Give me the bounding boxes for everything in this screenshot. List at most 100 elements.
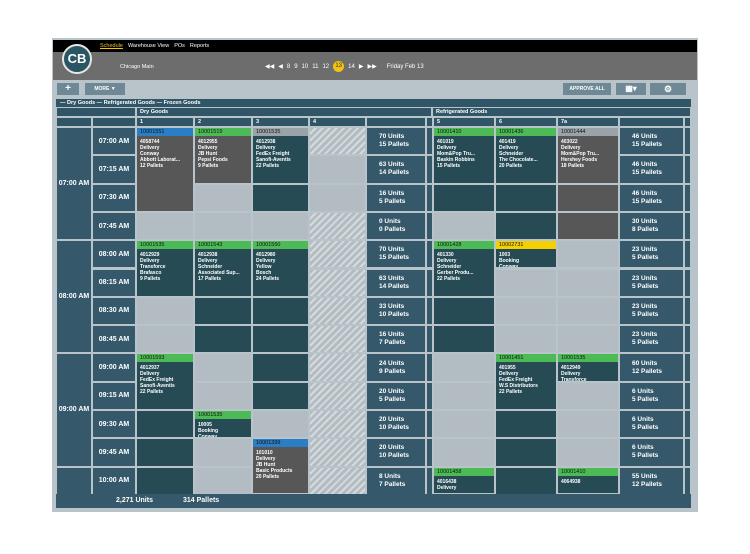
door-slot-3[interactable] [252,183,309,212]
door-slot-2[interactable] [194,381,252,410]
last-icon[interactable]: ▶▶ [367,63,376,70]
door-slot-1[interactable] [136,211,194,241]
door-slot-1[interactable] [136,438,194,467]
door-slot-5[interactable] [433,381,495,410]
appointment-card[interactable]: 10001436 401419 Delivery Schneider The Choco… [495,127,557,184]
door-slot-1[interactable] [136,410,194,439]
door-slot-7a[interactable] [557,410,619,439]
door-slot-5[interactable] [433,325,495,354]
door-slot-2[interactable] [194,466,252,495]
door-slot-4[interactable] [309,410,366,439]
door-slot-7a[interactable] [557,438,619,467]
door-slot-7a[interactable] [557,268,619,297]
door-slot-1[interactable] [136,466,194,495]
appointment-card[interactable]: 10001535 4012929 Delivery Transforce Brafasc… [136,240,194,297]
door-slot-2[interactable] [194,353,252,382]
day-9[interactable]: 9 [294,64,297,70]
door-slot-4[interactable] [309,296,366,326]
appointment-card[interactable]: 10001410 4064938 [557,466,619,494]
door-slot-7a[interactable] [557,240,619,269]
door-slot-2[interactable] [194,296,252,326]
legend: — Dry Goods — Refrigerated Goods — Froze… [56,99,691,107]
door-slot-6[interactable] [495,268,557,297]
nav-reports[interactable]: Reports [190,43,209,49]
appointment-card[interactable]: 10001551 4058744 Delivery Conway Abbott Labo… [136,127,194,212]
appointment-card[interactable]: 10001458 4016438 Delivery [433,466,495,494]
door-slot-4[interactable] [309,325,366,354]
appointment-card[interactable]: 10001535 4012949 Delivery Transforce [557,353,619,382]
door-slot-6[interactable] [495,438,557,467]
first-icon[interactable]: ◀◀ [265,63,274,70]
door-slot-6[interactable] [495,325,557,354]
appointment-card[interactable]: 10001428 401330 Delivery Schneider Gerber Pr… [433,240,495,297]
door-slot-4[interactable] [309,268,366,297]
appointment-card[interactable]: 10001410 401019 Delivery Mom&Pop Tru... Bask… [433,127,495,184]
door-slot-7a[interactable] [557,325,619,354]
day-13-selected[interactable]: 13 [333,61,345,72]
door-slot-3[interactable] [252,296,309,326]
appointment-card[interactable]: 10001519 4012955 Delivery JB Hunt Pepsi Food… [194,127,252,184]
door-slot-6[interactable] [495,410,557,439]
day-11[interactable]: 11 [312,64,318,70]
appointment-card[interactable]: 10001543 4012938 Delivery Schneider Associat… [194,240,252,297]
appointment-card[interactable]: 10001451 401955 Delivery FedEx Freight W.S D… [495,353,557,410]
view-toggle-button[interactable]: ▦▾ [616,83,646,95]
door-slot-2[interactable] [194,325,252,354]
appointment-card[interactable]: 10001444 403022 Delivery Mom&Pop Tru... Hers… [557,127,619,184]
appointment-card[interactable]: 10001399 101010 Delivery JB Hunt Basic Produ… [252,438,309,494]
door-slot-7a[interactable] [557,296,619,326]
appointment-card[interactable]: 10001535 10005 Booking Conway [194,410,252,439]
door-slot-4[interactable] [309,438,366,467]
door-slot-5[interactable] [433,183,495,212]
door-slot-4[interactable] [309,353,366,382]
door-slot-3[interactable] [252,211,309,241]
door-slot-4[interactable] [309,127,366,156]
door-slot-1[interactable] [136,325,194,354]
door-slot-5[interactable] [433,410,495,439]
door-slot-6[interactable] [495,211,557,241]
door-slot-5[interactable] [433,296,495,326]
next-icon[interactable]: ▶ [359,63,364,70]
door-slot-7a[interactable] [557,381,619,410]
nav-pos[interactable]: POs [174,43,185,49]
door-slot-3[interactable] [252,325,309,354]
door-slot-5[interactable] [433,438,495,467]
door-slot-6[interactable] [495,183,557,212]
approve-all-button[interactable]: APPROVE ALL [563,83,611,95]
door-slot-4[interactable] [309,381,366,410]
door-slot-4[interactable] [309,155,366,184]
door-slot-2[interactable] [194,211,252,241]
logo[interactable]: CB [62,44,92,74]
day-14[interactable]: 14 [348,64,355,70]
door-slot-4[interactable] [309,183,366,212]
time-slot: 07:00 AM [92,127,136,156]
door-slot-4[interactable] [309,211,366,241]
appointment-card[interactable]: 10001550 4012980 Delivery Yellow Bosch 24 Pal… [252,240,309,297]
door-slot-7a[interactable] [557,211,619,241]
door-slot-4[interactable] [309,466,366,495]
appointment-card[interactable]: 10001593 4012937 Delivery FedEx Freight Sano… [136,353,194,410]
door-slot-2[interactable] [194,183,252,212]
door-slot-2[interactable] [194,438,252,467]
door-slot-7a[interactable] [557,183,619,212]
settings-gear-icon[interactable]: ⚙ [650,83,686,95]
door-slot-6[interactable] [495,466,557,495]
door-slot-3[interactable] [252,410,309,439]
day-8[interactable]: 8 [287,64,290,70]
door-slot-5[interactable] [433,353,495,382]
door-slot-5[interactable] [433,211,495,241]
nav-schedule[interactable]: Schedule [100,43,123,49]
day-10[interactable]: 10 [302,64,309,70]
door-slot-3[interactable] [252,381,309,410]
door-slot-1[interactable] [136,296,194,326]
add-button[interactable]: + [57,83,79,95]
appointment-card[interactable]: 10001535 4012938 Delivery FedEx Freight Sano… [252,127,309,184]
prev-icon[interactable]: ◀ [278,63,283,70]
door-slot-6[interactable] [495,296,557,326]
appointment-card[interactable]: 10002731 1003 Booking Conway [495,240,557,269]
day-12[interactable]: 12 [322,64,329,70]
nav-warehouse-view[interactable]: Warehouse View [128,43,169,49]
more-button[interactable]: MORE ▼ [85,83,125,95]
door-slot-3[interactable] [252,353,309,382]
door-slot-4[interactable] [309,240,366,269]
